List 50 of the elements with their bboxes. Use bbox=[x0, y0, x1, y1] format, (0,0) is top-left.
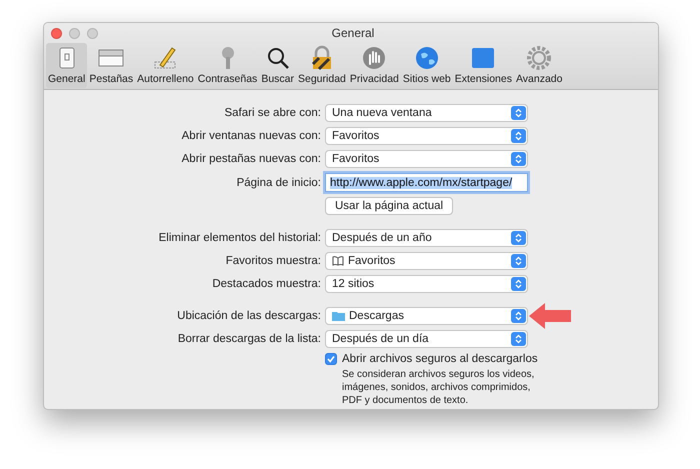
field-label: Ubicación de las descargas: bbox=[176, 310, 321, 322]
field-label: Página de inicio: bbox=[236, 176, 321, 188]
stepper-icon bbox=[511, 254, 526, 268]
popup-menu[interactable]: Favoritos bbox=[325, 127, 528, 145]
popup-menu[interactable]: Favoritos bbox=[325, 252, 528, 270]
stepper-icon bbox=[511, 152, 526, 166]
field-label: Borrar descargas de la lista: bbox=[176, 333, 321, 345]
field-label: Eliminar elementos del historial: bbox=[158, 232, 321, 244]
folder-icon bbox=[332, 311, 345, 321]
popup-menu[interactable]: 12 sitios bbox=[325, 275, 528, 293]
popup-menu[interactable]: Después de un día bbox=[325, 330, 528, 348]
field-label: Safari se abre con: bbox=[223, 107, 321, 119]
toolbar-tab[interactable]: Contraseñas bbox=[196, 43, 260, 88]
toolbar-tab[interactable]: Extensiones bbox=[452, 43, 514, 88]
popup-menu[interactable]: Descargas bbox=[325, 307, 528, 325]
checkbox[interactable] bbox=[325, 353, 337, 365]
stepper-icon bbox=[511, 277, 526, 291]
field-label: Abrir pestañas nuevas con: bbox=[180, 153, 321, 165]
pencil-icon bbox=[152, 45, 178, 71]
minimize-button[interactable] bbox=[69, 28, 80, 38]
window-title: General bbox=[330, 26, 376, 40]
checkbox-label: Abrir archivos seguros al descargarlos bbox=[342, 353, 538, 365]
stepper-icon bbox=[511, 231, 526, 245]
toolbar-tab[interactable]: Buscar bbox=[259, 43, 296, 88]
gear-icon bbox=[526, 45, 552, 71]
push-button[interactable]: Usar la página actual bbox=[325, 197, 454, 215]
stepper-icon bbox=[511, 106, 526, 120]
toolbar-tab[interactable]: General bbox=[46, 43, 88, 88]
stepper-icon bbox=[511, 309, 526, 323]
toolbar-tab[interactable]: Seguridad bbox=[296, 43, 348, 88]
stepper-icon bbox=[511, 129, 526, 143]
popup-menu[interactable]: Una nueva ventana bbox=[325, 104, 528, 122]
toolbar-tab[interactable]: Sitios web bbox=[400, 43, 453, 88]
toolbar-tab[interactable]: Privacidad bbox=[348, 43, 401, 88]
globe-icon bbox=[414, 45, 440, 71]
stepper-icon bbox=[511, 332, 526, 346]
book-icon bbox=[332, 256, 344, 266]
close-button[interactable] bbox=[51, 28, 62, 38]
zoom-button[interactable] bbox=[87, 28, 98, 38]
popup-menu[interactable]: Favoritos bbox=[325, 150, 528, 168]
input-field[interactable]: http://www.apple.com/mx/startpage/ bbox=[325, 173, 528, 192]
hand-icon bbox=[361, 45, 388, 71]
popup-menu[interactable]: Después de un año bbox=[325, 229, 528, 247]
toolbar-tab[interactable]: Pestañas bbox=[87, 43, 136, 88]
field-label: Destacados muestra: bbox=[211, 278, 321, 290]
toolbar-tab[interactable]: Autorrelleno bbox=[135, 43, 196, 88]
field-label: Favoritos muestra: bbox=[224, 255, 321, 267]
field-label: Abrir ventanas nuevas con: bbox=[180, 130, 321, 142]
toolbar-tab[interactable]: Avanzado bbox=[514, 43, 564, 88]
help-text: Se consideran archivos seguros los videos, imágenes, sonidos, archivos comprimidos, PDF y documentos de texto. bbox=[342, 368, 536, 407]
